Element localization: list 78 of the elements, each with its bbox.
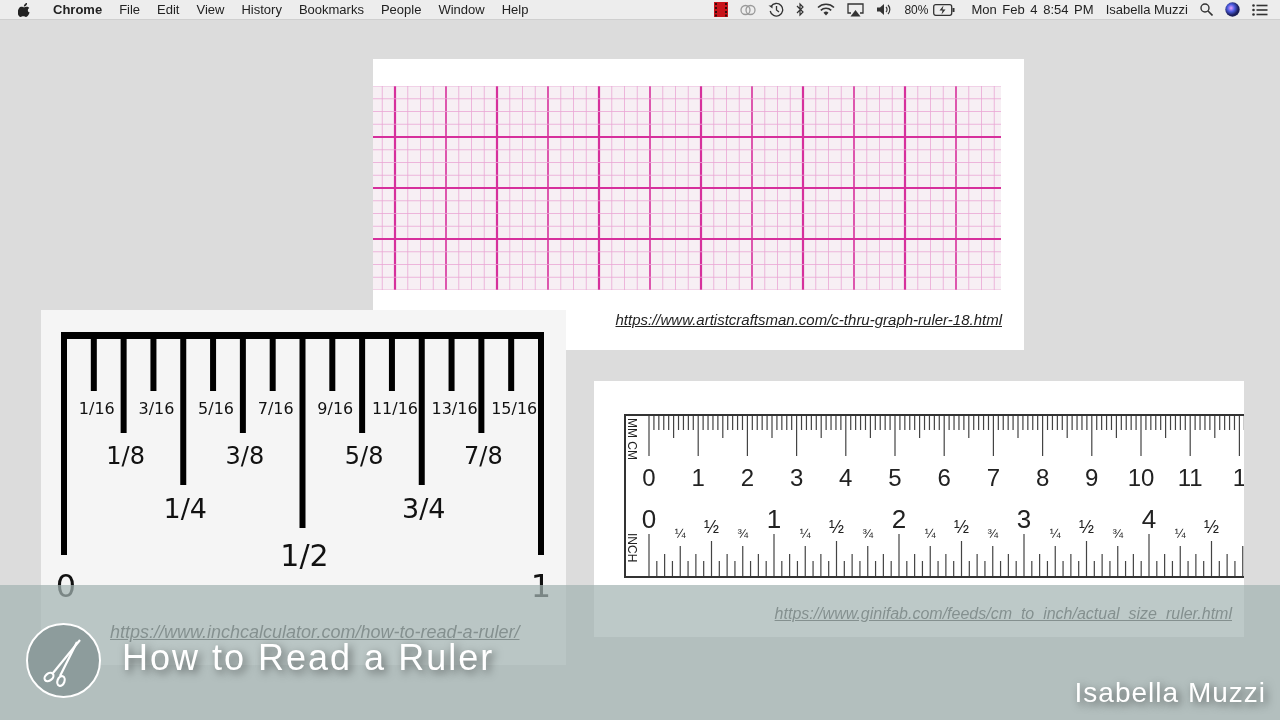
scale-label: INCH [625, 533, 639, 563]
tick-label: 5/16 [198, 399, 235, 418]
battery-percent: 80% [904, 1, 929, 18]
tick-label: ½ [829, 517, 844, 537]
film-icon[interactable] [714, 2, 729, 17]
tick-label: 4 [1141, 504, 1157, 534]
tick-label: 11/16 [371, 399, 418, 418]
tick-label: 10 [1127, 464, 1155, 491]
menu-item[interactable]: File [119, 1, 141, 18]
tick-label: 11 [1177, 464, 1203, 491]
orb-icon[interactable] [1225, 2, 1240, 17]
apple-icon[interactable] [18, 2, 30, 17]
wifi-icon[interactable] [817, 3, 836, 16]
tick-label: 2 [740, 464, 755, 491]
tick-label: 8 [1035, 464, 1050, 491]
tick-label: 13/16 [431, 399, 478, 418]
tick-label: 3/4 [402, 493, 446, 524]
menu-item[interactable]: Bookmarks [298, 1, 364, 18]
tick-label: 1 [1232, 464, 1244, 491]
list-icon[interactable] [1252, 3, 1268, 16]
tick-label: 7/8 [464, 442, 503, 470]
tick-label: 7 [986, 464, 1001, 491]
tick-label: 15/16 [491, 399, 538, 418]
tick-label: 0 [642, 464, 656, 491]
author-name: Isabella Muzzi [1074, 676, 1266, 710]
tick-label: ¼ [924, 526, 936, 541]
tick-label: ¼ [674, 526, 686, 541]
menu-item[interactable]: Help [501, 1, 529, 18]
scale-label: MM CM [625, 418, 639, 460]
tick-label: ¾ [862, 526, 874, 541]
tick-label: ¾ [737, 526, 749, 541]
tick-label: 0 [55, 567, 77, 605]
tick-label: 3 [1016, 504, 1032, 534]
clock-text[interactable]: Mon Feb 4 8:54 PM [971, 1, 1094, 18]
user-name[interactable]: Isabella Muzzi [1105, 1, 1188, 18]
menu-item[interactable]: View [196, 1, 225, 18]
tick-label: ½ [704, 517, 719, 537]
tick-label: 9/16 [317, 399, 354, 418]
menu-item[interactable]: History [241, 1, 282, 18]
search-icon[interactable] [1200, 3, 1213, 16]
tick-label: 3 [789, 464, 804, 491]
history-clock-icon[interactable] [768, 2, 785, 17]
tick-label: ¼ [1174, 526, 1186, 541]
tick-label: 5 [888, 464, 902, 491]
tick-label: 9 [1085, 464, 1099, 491]
bluetooth-icon[interactable] [796, 2, 806, 17]
volume-icon[interactable] [876, 3, 893, 16]
tick-label: ½ [1079, 517, 1094, 537]
tick-label: 4 [839, 464, 853, 491]
scissors-logo-icon [25, 622, 102, 699]
tick-label: 1/8 [106, 442, 145, 470]
app-menu[interactable]: Chrome [53, 1, 103, 18]
tick-label: 1 [691, 464, 705, 491]
tick-label: ¼ [1049, 526, 1061, 541]
video-title: How to Read a Ruler [122, 640, 495, 676]
tick-label: 1/2 [280, 538, 329, 573]
airplay-icon[interactable] [847, 2, 865, 17]
tick-label: 1 [766, 504, 782, 534]
tick-label: ¾ [987, 526, 999, 541]
tick-label: 1/16 [78, 399, 115, 418]
tick-label: 1 [530, 567, 552, 605]
menu-item[interactable]: Edit [157, 1, 180, 18]
tick-label: 6 [937, 464, 951, 491]
battery-charging-icon[interactable] [933, 3, 956, 16]
tick-label: ¾ [1112, 526, 1124, 541]
tick-label: ½ [1204, 517, 1219, 537]
tick-label: 3/16 [138, 399, 175, 418]
source-link[interactable]: https://www.artistcraftsman.com/c-thru-graph-ruler-18.html [615, 309, 1002, 331]
tick-label: 2 [891, 504, 907, 534]
tick-label: 0 [641, 504, 657, 534]
tick-label: ½ [954, 517, 969, 537]
tick-label: 7/16 [257, 399, 294, 418]
tick-label: 5/8 [344, 442, 384, 470]
menu-item[interactable]: Window [438, 1, 485, 18]
menu-item[interactable]: People [380, 1, 422, 18]
tick-label: 3/8 [225, 442, 265, 470]
tick-label: 1/4 [163, 493, 207, 524]
tick-label: ¼ [799, 526, 811, 541]
